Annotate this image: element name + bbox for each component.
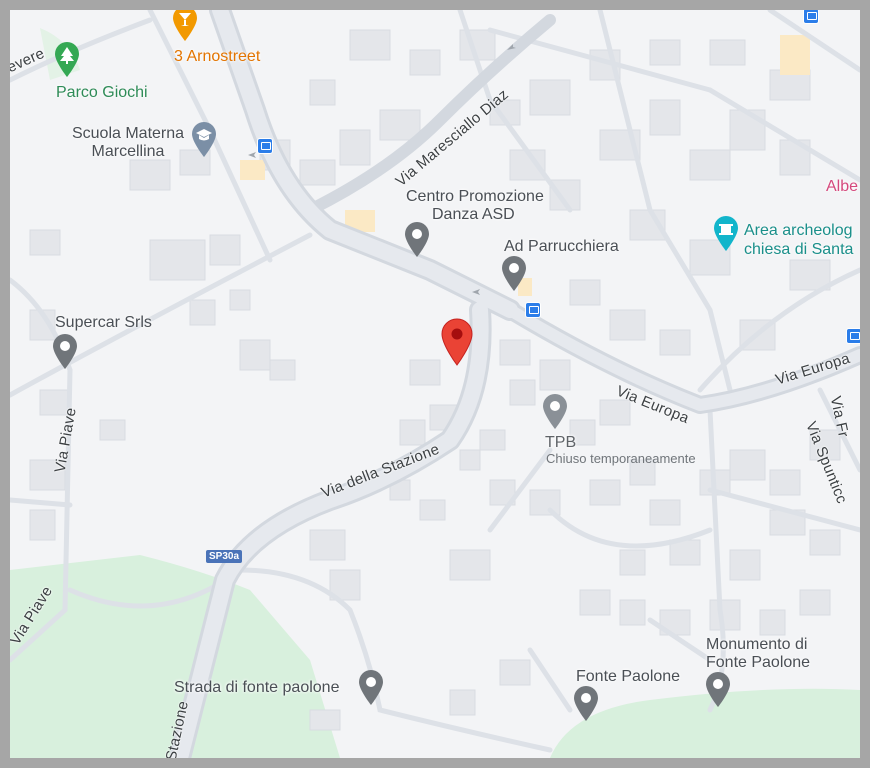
place-label-scuola-materna[interactable]: Scuola Materna Marcellina xyxy=(65,125,191,161)
location-pin-centro-icon[interactable] xyxy=(404,222,430,258)
one-way-arrow xyxy=(248,152,256,158)
place-label-parrucchiera[interactable]: Ad Parrucchiera xyxy=(504,238,619,256)
cocktail-icon[interactable] xyxy=(172,10,198,42)
bus-stop-icon[interactable] xyxy=(257,138,273,154)
selected-location-pin-icon[interactable] xyxy=(440,318,474,366)
place-label-scuola-line2: Marcellina xyxy=(91,143,165,160)
bus-stop-icon[interactable] xyxy=(525,302,541,318)
place-label-monumento-line2: Fonte Paolone xyxy=(706,654,811,671)
monument-icon[interactable] xyxy=(713,216,739,252)
place-label-scuola-line1: Scuola Materna xyxy=(71,125,185,142)
place-label-area-line1: Area archeolog xyxy=(744,222,853,239)
route-shield: SP30a xyxy=(206,550,243,563)
place-label-arnostreet[interactable]: 3 Arnostreet xyxy=(174,48,260,66)
location-pin-tpb-icon[interactable] xyxy=(542,394,568,430)
place-label-tpb[interactable]: TPB xyxy=(545,434,576,452)
location-pin-supercar-icon[interactable] xyxy=(52,334,78,370)
place-label-monumento[interactable]: Monumento di Fonte Paolone xyxy=(706,636,810,672)
map-frame: Via Maresciallo Diaz Via della Stazione … xyxy=(0,0,870,768)
place-label-centro-line1: Centro Promozione xyxy=(406,188,544,205)
location-pin-fonte-icon[interactable] xyxy=(573,686,599,722)
place-label-albe[interactable]: Albe xyxy=(826,178,858,196)
place-label-strada-fonte-paolone[interactable]: Strada di fonte paolone xyxy=(174,679,339,697)
graduation-cap-icon[interactable] xyxy=(191,122,217,158)
place-label-centro-promozione[interactable]: Centro Promozione Danza ASD xyxy=(406,188,544,224)
location-pin-parrucchiera-icon[interactable] xyxy=(501,256,527,292)
place-label-monumento-line1: Monumento di xyxy=(706,636,808,653)
building-highlight xyxy=(240,160,265,180)
place-label-area-archeologica[interactable]: Area archeolog chiesa di Santa xyxy=(744,221,853,259)
building-highlight xyxy=(780,35,810,75)
place-label-fonte-paolone[interactable]: Fonte Paolone xyxy=(576,668,680,686)
place-label-area-line2: chiesa di Santa xyxy=(744,241,854,258)
place-status-tpb: Chiuso temporaneamente xyxy=(546,451,696,466)
location-pin-monumento-icon[interactable] xyxy=(705,672,731,708)
bus-stop-icon[interactable] xyxy=(803,10,819,24)
bus-stop-icon[interactable] xyxy=(846,328,860,344)
map-viewport[interactable]: Via Maresciallo Diaz Via della Stazione … xyxy=(10,10,860,758)
place-label-supercar[interactable]: Supercar Srls xyxy=(55,314,152,332)
place-label-parco-giochi[interactable]: Parco Giochi xyxy=(56,84,148,102)
tree-icon[interactable] xyxy=(54,42,80,78)
location-pin-strada-icon[interactable] xyxy=(358,670,384,706)
